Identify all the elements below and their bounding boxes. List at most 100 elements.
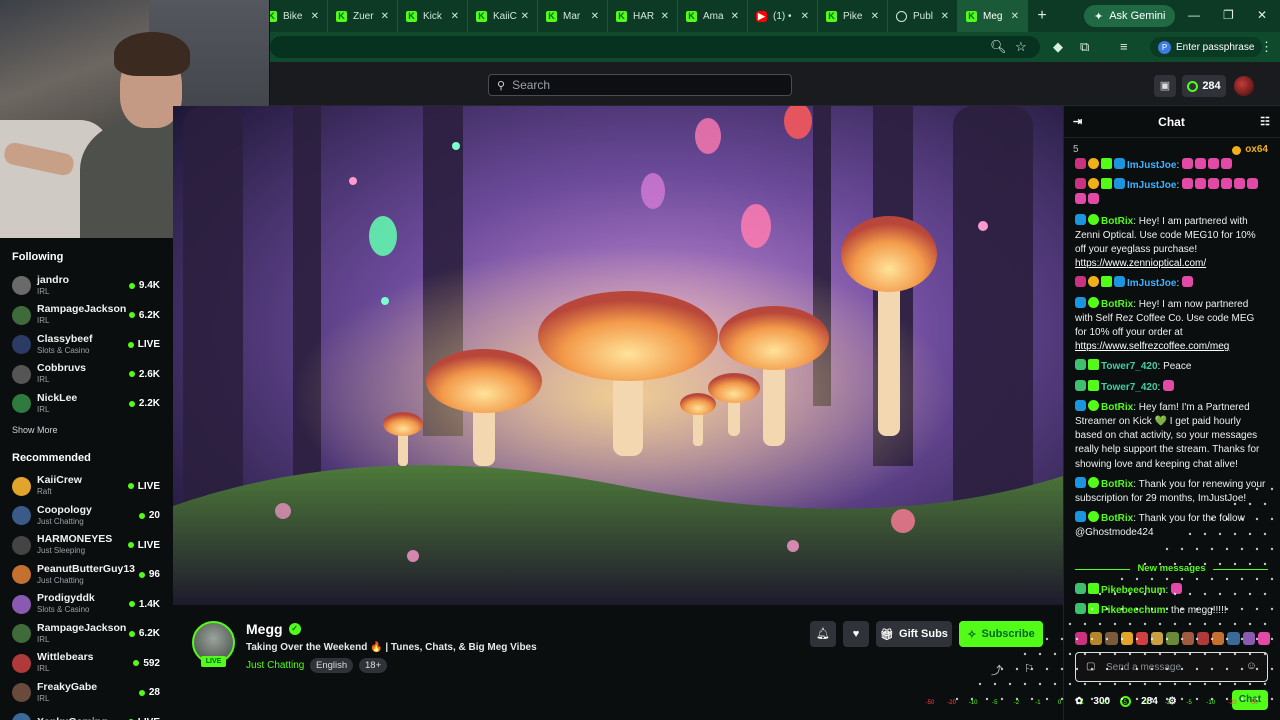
tag-mature[interactable]: 18+ (359, 658, 388, 673)
close-tab-icon[interactable]: ✕ (591, 11, 599, 22)
browser-tab[interactable]: K Ama ✕ (678, 0, 748, 32)
chat-users-icon[interactable]: ☷ (1260, 106, 1270, 138)
emote-icon[interactable] (1151, 632, 1164, 645)
close-tab-icon[interactable]: ✕ (801, 11, 809, 22)
new-messages-divider[interactable]: New messages (1063, 562, 1280, 576)
follow-heart-icon[interactable]: ♥ (843, 621, 869, 647)
chat-username[interactable]: Tower7_420 (1101, 382, 1158, 393)
close-tab-icon[interactable]: ✕ (381, 11, 389, 22)
emoji-picker-icon[interactable]: ☺ (1246, 660, 1257, 672)
kicks-balance-button[interactable]: 284 (1182, 75, 1226, 97)
emote-icon[interactable] (1120, 632, 1133, 645)
close-tab-icon[interactable]: ✕ (941, 11, 949, 22)
passphrase-button[interactable]: P Enter passphrase (1150, 37, 1263, 57)
chat-message[interactable]: BotRix: Thank you for renewing your subs… (1075, 476, 1268, 506)
new-tab-button[interactable]: + (1028, 7, 1056, 25)
ask-gemini-button[interactable]: ✦ Ask Gemini (1084, 5, 1176, 27)
chat-message[interactable]: BotRix: Hey! I am partnered with Zenni O… (1075, 213, 1268, 272)
kebab-menu-icon[interactable]: ⋮ (1260, 39, 1273, 55)
chat-link[interactable]: https://www.zennioptical.com/ (1075, 258, 1206, 269)
sidebar-channel[interactable]: NickLee IRL 2.2K (12, 389, 160, 419)
close-tab-icon[interactable]: ✕ (521, 11, 529, 22)
browser-tab[interactable]: K KaiiC ✕ (468, 0, 538, 32)
browser-tab[interactable]: K Kick ✕ (398, 0, 468, 32)
chat-username[interactable]: BotRix (1101, 513, 1133, 524)
emote-icon[interactable] (1212, 632, 1225, 645)
sidebar-channel[interactable]: KaiiCrew Raft LIVE (12, 472, 160, 502)
close-tab-icon[interactable]: ✕ (731, 11, 739, 22)
minimize-icon[interactable]: — (1188, 8, 1200, 22)
sidebar-channel[interactable]: Coopology Just Chatting 20 (12, 501, 160, 531)
chat-username[interactable]: ImJustJoe (1127, 180, 1176, 191)
bookmark-star-icon[interactable]: ☆ (1015, 39, 1027, 55)
browser-tab[interactable]: K Mar ✕ (538, 0, 608, 32)
chat-username[interactable]: ImJustJoe (1127, 278, 1176, 289)
emote-icon[interactable] (1242, 632, 1255, 645)
browser-tab[interactable]: K Pike ✕ (818, 0, 888, 32)
extension-diamond-icon[interactable]: ◆ (1053, 39, 1063, 55)
emote-icon[interactable] (1257, 632, 1271, 645)
zoom-icon[interactable]: 🔍︎ (990, 39, 1007, 55)
chat-reply-icon[interactable]: ▢ (1086, 661, 1095, 672)
chat-input[interactable]: ▢ Send a message ☺ (1075, 652, 1268, 682)
chat-message[interactable]: Tower7_420: Peace (1075, 359, 1268, 374)
chat-message[interactable]: ImJustJoe: (1075, 178, 1268, 208)
extensions-puzzle-icon[interactable]: ⧉ (1080, 39, 1089, 55)
collapse-chat-icon[interactable]: ⇥ (1073, 106, 1082, 138)
subscribe-button[interactable]: ✧ Subscribe (959, 621, 1043, 647)
user-avatar[interactable] (1234, 76, 1254, 96)
sidebar-channel[interactable]: RampageJackson IRL 6.2K (12, 301, 160, 331)
browser-tab[interactable]: K Zuer ✕ (328, 0, 398, 32)
chat-message[interactable]: BotRix: Thank you for the follow @Ghostm… (1075, 511, 1268, 540)
sidebar-channel[interactable]: HARMONEYES Just Sleeping LIVE (12, 531, 160, 561)
report-icon[interactable]: ⚐ (1024, 662, 1034, 675)
chat-username[interactable]: Tower7_420 (1101, 361, 1158, 372)
tag-language[interactable]: English (310, 658, 354, 673)
gift-box-icon[interactable]: ▣ (1154, 75, 1176, 97)
show-more-link[interactable]: Show More (12, 425, 160, 435)
browser-tab[interactable]: ▶ (1) • ✕ (748, 0, 818, 32)
emote-icon[interactable] (1075, 632, 1088, 645)
chat-message[interactable]: Tower7_420: (1075, 379, 1268, 395)
close-tab-icon[interactable]: ✕ (311, 11, 319, 22)
pinned-gifts-row[interactable]: 5 ox64 (1063, 140, 1280, 160)
chat-username[interactable]: ImJustJoe (1127, 160, 1176, 171)
sidebar-channel[interactable]: jandro IRL 9.4K (12, 271, 160, 301)
chat-username[interactable]: Pikebeechum (1101, 585, 1165, 596)
chat-message[interactable]: Pikebeechum: the megg!!!!! (1075, 603, 1268, 618)
close-tab-icon[interactable]: ✕ (661, 11, 669, 22)
emote-icon[interactable] (1105, 632, 1118, 645)
chat-message[interactable]: Pikebeechum: (1075, 583, 1268, 598)
emote-icon[interactable] (1166, 632, 1179, 645)
chat-link[interactable]: https://www.selfrezcoffee.com/meg (1075, 341, 1229, 352)
sidebar-channel[interactable]: PeanutButterGuy13 Just Chatting 96 (12, 560, 160, 590)
emote-icon[interactable] (1181, 632, 1194, 645)
chat-username[interactable]: BotRix (1101, 402, 1133, 413)
gift-subs-button[interactable]: 🎁︎ Gift Subs (876, 621, 952, 647)
video-player[interactable] (173, 106, 1063, 605)
address-bar[interactable] (270, 36, 1040, 58)
restore-icon[interactable]: ❐ (1223, 8, 1234, 22)
chat-username[interactable]: BotRix (1101, 479, 1133, 490)
close-tab-icon[interactable]: ✕ (1011, 11, 1019, 22)
pinned-user-chip[interactable]: ox64 (1232, 140, 1268, 160)
close-tab-icon[interactable]: ✕ (451, 11, 459, 22)
sidebar-channel[interactable]: Classybeef Slots & Casino LIVE (12, 330, 160, 360)
chat-message[interactable]: ImJustJoe: (1075, 158, 1268, 173)
sidebar-channel[interactable]: Wittlebears IRL 592 (12, 649, 160, 679)
chat-username[interactable]: Pikebeechum (1101, 605, 1165, 616)
close-tab-icon[interactable]: ✕ (871, 11, 879, 22)
sidebar-channel[interactable]: XankuGamingLIVE (12, 708, 160, 720)
sidebar-channel[interactable]: Cobbruvs IRL 2.6K (12, 360, 160, 390)
browser-tab[interactable]: K HAR ✕ (608, 0, 678, 32)
emote-icon[interactable] (1227, 632, 1240, 645)
chat-message[interactable]: BotRix: Hey fam! I'm a Partnered Streame… (1075, 399, 1268, 472)
search-input[interactable]: ⚲ Search (488, 74, 792, 96)
chat-message[interactable]: ImJustJoe: (1075, 276, 1268, 291)
emote-icon[interactable] (1135, 632, 1149, 645)
notification-bell-icon[interactable]: 🔔︎ (810, 621, 836, 647)
close-window-icon[interactable]: ✕ (1257, 8, 1267, 22)
media-queue-icon[interactable]: ≡ (1120, 39, 1128, 54)
browser-tab[interactable]: K Meg ✕ (958, 0, 1028, 32)
share-icon[interactable]: ⤴ (991, 662, 1002, 678)
